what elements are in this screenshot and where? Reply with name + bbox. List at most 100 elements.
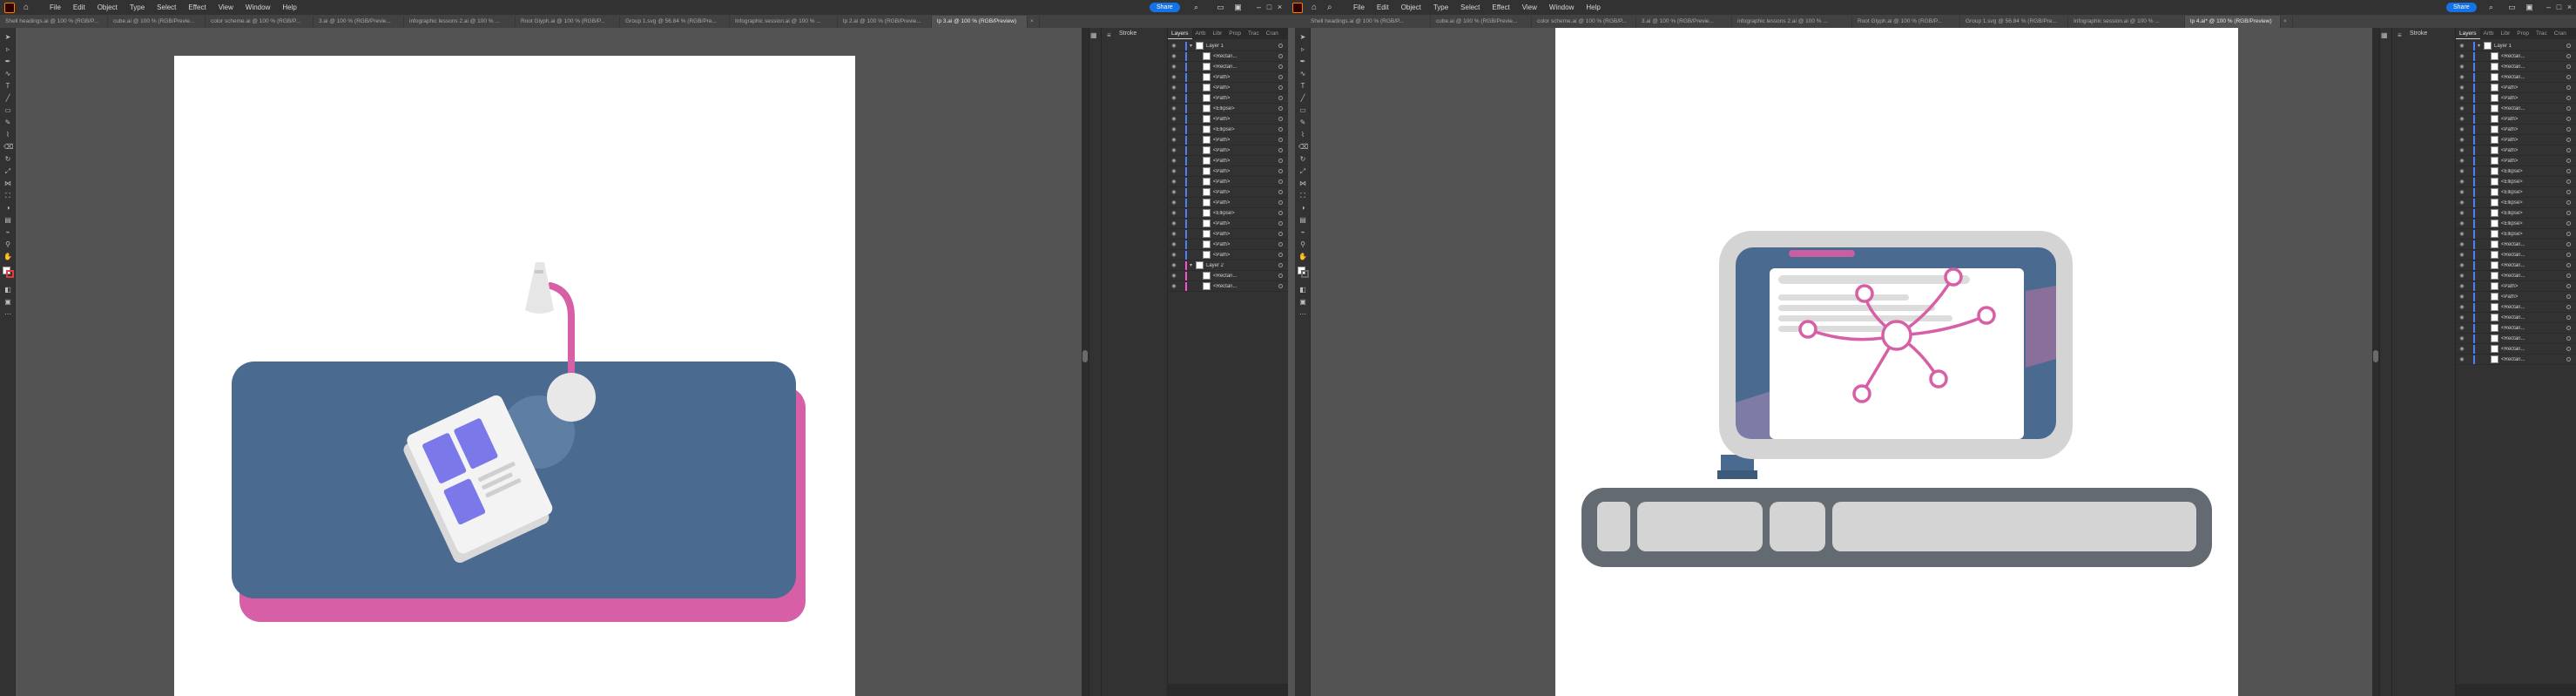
target-circle-icon[interactable] <box>2566 347 2571 351</box>
document-tab[interactable]: Shell headings.ai @ 100 % (RGB/P... <box>0 16 108 28</box>
rotate-tool-icon[interactable]: ↻ <box>3 155 12 164</box>
layer-row[interactable]: ◉ <Path> <box>1168 135 1288 145</box>
document-tab[interactable]: Root Glyph.ai @ 100 % (RGB/P... <box>516 16 620 28</box>
layer-name[interactable]: <Path> <box>1213 253 1248 258</box>
layer-row[interactable]: ◉ <Ellipse> <box>1168 125 1288 135</box>
lock-toggle[interactable] <box>2466 52 2473 61</box>
lock-toggle[interactable] <box>1178 115 1185 124</box>
visibility-eye-icon[interactable]: ◉ <box>2458 105 2466 111</box>
lock-toggle[interactable] <box>1178 209 1185 218</box>
lock-toggle[interactable] <box>2466 293 2473 301</box>
draw-mode-icon[interactable]: ◧ <box>1298 286 1307 294</box>
layer-row[interactable]: ◉ <Path> <box>2456 83 2576 93</box>
target-circle-icon[interactable] <box>2566 336 2571 341</box>
layer-name[interactable]: <Path> <box>1213 242 1248 247</box>
hand-tool-icon[interactable]: ✋ <box>1298 253 1307 261</box>
layer-row[interactable]: ◉ <Rectan... <box>1168 51 1288 62</box>
target-circle-icon[interactable] <box>2566 96 2571 100</box>
visibility-eye-icon[interactable]: ◉ <box>1170 189 1178 195</box>
layer-name[interactable]: <Rectan... <box>2501 54 2536 59</box>
lock-toggle[interactable] <box>2466 282 2473 291</box>
maximize-icon[interactable]: □ <box>2554 3 2564 12</box>
visibility-eye-icon[interactable]: ◉ <box>1170 64 1178 70</box>
layer-name[interactable]: <Ellipse> <box>1213 106 1248 111</box>
document-tab[interactable]: lp 2.ai @ 100 % (RGB/Previe... <box>838 16 932 28</box>
visibility-eye-icon[interactable]: ◉ <box>1170 137 1178 143</box>
target-circle-icon[interactable] <box>2566 85 2571 90</box>
target-circle-icon[interactable] <box>2566 169 2571 173</box>
visibility-eye-icon[interactable]: ◉ <box>2458 189 2466 195</box>
target-circle-icon[interactable] <box>2566 253 2571 257</box>
visibility-eye-icon[interactable]: ◉ <box>2458 346 2466 352</box>
layer-name[interactable]: <Ellipse> <box>2501 211 2536 216</box>
target-circle-icon[interactable] <box>1278 169 1283 173</box>
scroll-thumb[interactable] <box>1082 350 1088 362</box>
target-circle-icon[interactable] <box>2566 75 2571 79</box>
visibility-eye-icon[interactable]: ◉ <box>2458 283 2466 289</box>
tab-libraries[interactable]: Libr <box>2497 28 2513 39</box>
layer-name[interactable]: <Rectan... <box>2501 315 2536 321</box>
target-circle-icon[interactable] <box>2566 148 2571 152</box>
visibility-eye-icon[interactable]: ◉ <box>2458 147 2466 153</box>
lock-toggle[interactable] <box>1178 63 1185 71</box>
layer-name[interactable]: <Path> <box>1213 232 1248 237</box>
menu-select[interactable]: Select <box>157 3 176 11</box>
line-tool-icon[interactable]: ╱ <box>3 94 12 103</box>
layer-row[interactable]: ◉ <Rectan... <box>2456 302 2576 313</box>
layer-row[interactable]: ◉ <Ellipse> <box>2456 198 2576 208</box>
rectangle-tool-icon[interactable]: ▭ <box>3 106 12 115</box>
menu-object[interactable]: Object <box>98 3 118 11</box>
document-tab[interactable]: Root Glyph.ai @ 100 % (RGB/P... <box>1852 16 1960 28</box>
layer-name[interactable]: <Path> <box>2501 294 2536 300</box>
layer-row[interactable]: ◉ <Path> <box>2456 114 2576 125</box>
layer-name[interactable]: <Ellipse> <box>2501 221 2536 226</box>
menu-type[interactable]: Type <box>1433 3 1448 11</box>
lock-toggle[interactable] <box>1178 251 1185 260</box>
target-circle-icon[interactable] <box>2566 64 2571 69</box>
document-tab[interactable]: Shell headings.ai @ 100 % (RGB/P... <box>1305 16 1431 28</box>
target-circle-icon[interactable] <box>1278 138 1283 142</box>
layer-row[interactable]: ◉ <Ellipse> <box>2456 187 2576 198</box>
close-tab-icon[interactable]: × <box>1028 16 1040 28</box>
document-tab-active[interactable]: lp 3.ai @ 100 % (RGB/Preview) <box>932 16 1028 28</box>
tab-properties[interactable]: Prop <box>2513 28 2532 39</box>
menu-effect[interactable]: Effect <box>1492 3 1509 11</box>
layer-name[interactable]: <Path> <box>2501 117 2536 122</box>
layer-group-row[interactable]: ◉ ▾ Layer 2 <box>1168 260 1288 271</box>
layer-name[interactable]: <Rectan... <box>2501 347 2536 352</box>
target-circle-icon[interactable] <box>1278 54 1283 58</box>
visibility-eye-icon[interactable]: ◉ <box>1170 84 1178 91</box>
layer-name[interactable]: <Path> <box>1213 159 1248 164</box>
layer-row[interactable]: ◉ <Path> <box>2456 93 2576 104</box>
visibility-eye-icon[interactable]: ◉ <box>1170 241 1178 247</box>
layer-name[interactable]: <Path> <box>2501 127 2536 132</box>
menu-file[interactable]: File <box>1353 3 1365 11</box>
lock-toggle[interactable] <box>2466 115 2473 124</box>
stroke-icon[interactable]: ≡ <box>1107 31 1117 40</box>
target-circle-icon[interactable] <box>1278 253 1283 257</box>
lock-toggle[interactable] <box>2466 73 2473 82</box>
layer-name[interactable]: <Path> <box>1213 200 1248 206</box>
lock-toggle[interactable] <box>2466 303 2473 312</box>
layer-row[interactable]: ◉ <Path> <box>1168 187 1288 198</box>
layer-row[interactable]: ◉ <Ellipse> <box>2456 177 2576 187</box>
chevron-down-icon[interactable]: ▾ <box>1190 43 1196 49</box>
stroke-swatch[interactable] <box>6 270 14 278</box>
pen-tool-icon[interactable]: ✒ <box>1298 57 1307 66</box>
gradient-tool-icon[interactable]: ▤ <box>3 216 12 225</box>
tab-crane[interactable]: Cran <box>2551 28 2570 39</box>
visibility-eye-icon[interactable]: ◉ <box>2458 116 2466 122</box>
target-circle-icon[interactable] <box>2566 127 2571 132</box>
layer-name[interactable]: <Path> <box>2501 148 2536 153</box>
layer-row[interactable]: ◉ <Ellipse> <box>2456 208 2576 219</box>
stroke-panel-title[interactable]: Stroke <box>2410 30 2427 37</box>
lock-toggle[interactable] <box>1178 125 1185 134</box>
vertical-scrollbar[interactable] <box>1082 28 1089 696</box>
target-circle-icon[interactable] <box>2566 315 2571 320</box>
target-circle-icon[interactable] <box>2566 305 2571 309</box>
layer-row[interactable]: ◉ <Path> <box>1168 93 1288 104</box>
target-circle-icon[interactable] <box>1278 221 1283 226</box>
lock-toggle[interactable] <box>2466 240 2473 249</box>
target-circle-icon[interactable] <box>1278 64 1283 69</box>
layer-row[interactable]: ◉ <Path> <box>1168 177 1288 187</box>
